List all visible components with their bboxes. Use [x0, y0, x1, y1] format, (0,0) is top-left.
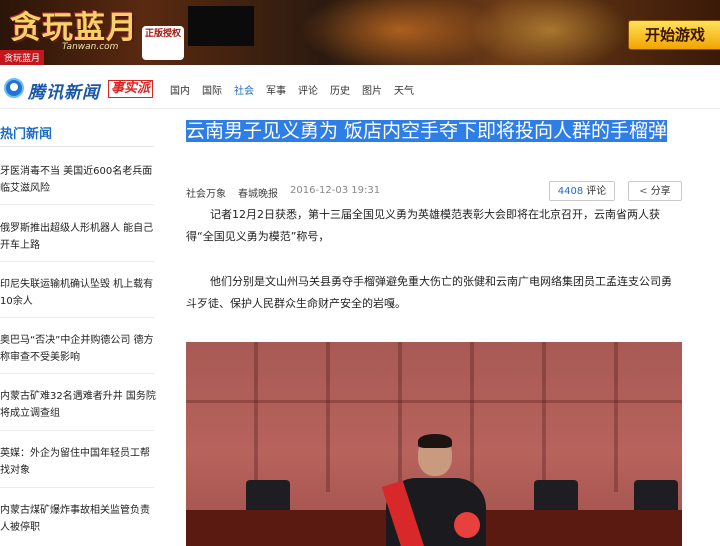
game-ad-banner[interactable]: 贪玩蓝月 Tanwan.com 贪玩蓝月 正版授权 开始游戏: [0, 0, 720, 65]
game-site-text: Tanwan.com: [62, 42, 119, 52]
nav-item-society[interactable]: 社会: [234, 82, 254, 97]
photo-chair: [534, 480, 578, 514]
banner-dark-block: [188, 6, 254, 46]
start-game-button[interactable]: 开始游戏: [628, 20, 720, 50]
article-date: 2016-12-03 19:31: [290, 185, 381, 196]
site-subbrand[interactable]: 事实派: [108, 80, 154, 98]
sidebar-title-divider: [0, 146, 154, 147]
nav-item-domestic[interactable]: 国内: [170, 82, 190, 97]
photo-person-hair: [418, 434, 452, 448]
comment-label: 评论: [586, 186, 607, 197]
share-icon: <: [639, 186, 648, 197]
sidebar-news-item[interactable]: 内蒙古煤矿爆炸事故相关监管负责人被停职: [0, 502, 156, 536]
article-category[interactable]: 社会万象: [186, 185, 226, 200]
sidebar-news-item[interactable]: 俄罗斯推出超级人形机器人 能自己开车上路: [0, 220, 156, 254]
photo-wall-rail: [186, 400, 682, 403]
nav-item-military[interactable]: 军事: [266, 82, 286, 97]
nav-item-opinion[interactable]: 评论: [298, 82, 318, 97]
photo-chair: [634, 480, 678, 514]
sidebar-news-item[interactable]: 牙医消毒不当 美国近600名老兵面临艾滋风险: [0, 163, 156, 197]
article-source[interactable]: 春城晚报: [238, 185, 278, 200]
banner-tag: 贪玩蓝月: [0, 50, 45, 65]
game-logo: 贪玩蓝月: [10, 10, 138, 46]
sidebar-news-item[interactable]: 内蒙古矿难32名遇难者升井 国务院将成立调查组: [0, 388, 156, 422]
comment-count: 4408: [557, 186, 584, 197]
sidebar-divider: [0, 373, 154, 374]
nav-item-history[interactable]: 历史: [330, 82, 350, 97]
comment-button[interactable]: 4408 评论: [549, 181, 615, 201]
sidebar-news-item[interactable]: 英媒：外企为留住中国年轻员工帮找对象: [0, 445, 156, 479]
nav-item-international[interactable]: 国际: [202, 82, 222, 97]
site-brand[interactable]: 腾讯新闻: [28, 78, 100, 103]
sidebar-divider: [0, 261, 154, 262]
share-label: 分享: [650, 186, 671, 197]
article-title: 云南男子见义勇为 饭店内空手夺下即将投向人群的手榴弹: [186, 118, 682, 145]
sidebar-divider: [0, 204, 154, 205]
sidebar-news-item[interactable]: 奥巴马“否决”中企并购德公司 德方称审查不受美影响: [0, 332, 156, 366]
nav-item-photos[interactable]: 图片: [362, 82, 382, 97]
tencent-logo-icon[interactable]: [4, 78, 24, 98]
sidebar-divider: [0, 317, 154, 318]
article-paragraph: 他们分别是文山州马关县勇夺手榴弹避免重大伤亡的张健和云南广电网络集团员工孟连支公…: [186, 275, 672, 310]
sidebar-divider: [0, 430, 154, 431]
site-header: 腾讯新闻 事实派 国内 国际 社会 军事 评论 历史 图片 天气: [0, 70, 720, 108]
sidebar-news-item[interactable]: 印尼失联运输机确认坠毁 机上载有10余人: [0, 276, 156, 310]
share-button[interactable]: < 分享: [628, 181, 682, 201]
article-photo[interactable]: [186, 342, 682, 546]
photo-chair: [246, 480, 290, 514]
hot-news-title: 热门新闻: [0, 127, 53, 142]
authorized-seal: 正版授权: [142, 26, 184, 60]
sidebar-divider: [0, 487, 154, 488]
article-meta: 社会万象 春城晚报 2016-12-03 19:31: [186, 185, 392, 200]
article-title-text: 云南男子见义勇为 饭店内空手夺下即将投向人群的手榴弹: [186, 120, 668, 142]
nav-item-weather[interactable]: 天气: [394, 82, 414, 97]
banner-glow-2: [470, 0, 630, 65]
article-paragraph: 记者12月2日获悉，第十三届全国见义勇为英雄模范表彰大会即将在北京召开，云南省两…: [186, 208, 660, 243]
main-nav: 国内 国际 社会 军事 评论 历史 图片 天气: [170, 82, 426, 97]
photo-red-flower: [454, 512, 480, 538]
